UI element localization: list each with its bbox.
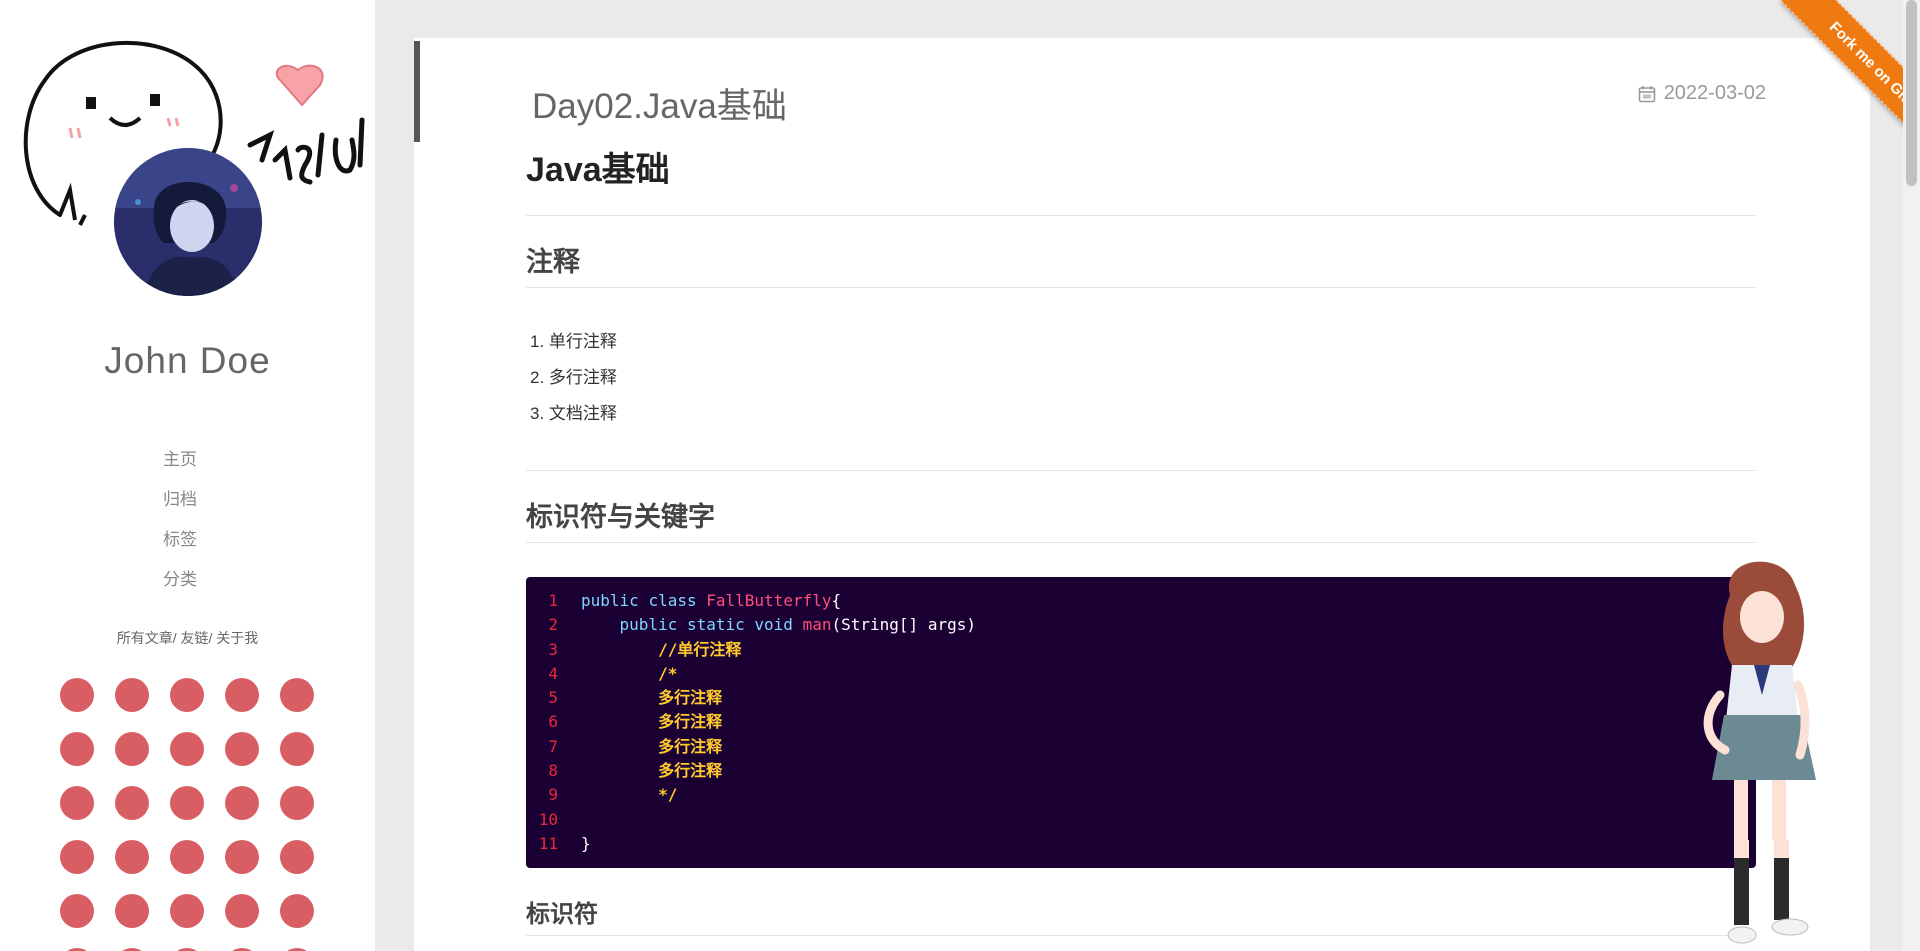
dot-decoration xyxy=(170,840,204,874)
line-number: 11 xyxy=(538,833,558,853)
dot-decoration xyxy=(225,840,259,874)
sidebar-link-row: 所有文章/ 友链/ 关于我 xyxy=(0,628,375,648)
heading-identifiers-keywords: 标识符与关键字 xyxy=(526,471,1756,543)
dot-decoration xyxy=(280,786,314,820)
dot-decoration xyxy=(280,678,314,712)
sidebar-nav: 主页 归档 标签 分类 xyxy=(0,445,360,605)
mascot-character-image xyxy=(1703,561,1816,944)
dot-decoration xyxy=(225,678,259,712)
heading-java-basics: Java基础 xyxy=(526,138,1756,216)
list-item: 1. 单行注释 xyxy=(530,332,617,351)
code-comment: 多行注释 xyxy=(581,736,723,756)
code-comment: 多行注释 xyxy=(581,761,723,781)
code-line: 2 public static void man(String[] args) xyxy=(526,613,1756,637)
link-friends[interactable]: 友链/ xyxy=(181,630,213,646)
avatar-portrait-icon xyxy=(114,148,262,296)
code-token: static xyxy=(686,615,745,635)
line-number: 3 xyxy=(548,639,558,659)
dot-decoration xyxy=(115,732,149,766)
dot-decoration xyxy=(60,732,94,766)
line-number: 2 xyxy=(548,615,558,635)
list-item: 3. 文档注释 xyxy=(530,404,617,423)
code-line: 1 public class FallButterfly{ xyxy=(526,589,1756,613)
code-line: 6 多行注释 xyxy=(526,710,1756,734)
scrollbar-thumb[interactable] xyxy=(1906,0,1917,186)
code-comment: 多行注释 xyxy=(581,688,723,708)
list-item: 2. 多行注释 xyxy=(530,368,617,387)
nav-item-categories[interactable]: 分类 xyxy=(0,565,360,605)
code-line: 4 /* xyxy=(526,662,1756,686)
code-line: 7 多行注释 xyxy=(526,735,1756,759)
line-number: 1 xyxy=(548,591,558,610)
code-token: FallButterfly xyxy=(706,591,832,610)
dot-decoration xyxy=(115,678,149,712)
code-token: public xyxy=(619,615,678,635)
fork-me-ribbon-label[interactable]: Fork me on GitHub xyxy=(1781,0,1920,171)
code-line: 9 */ xyxy=(526,783,1756,807)
author-name: John Doe xyxy=(104,340,271,381)
dot-decoration xyxy=(225,894,259,928)
dot-decoration xyxy=(280,840,314,874)
dot-decoration xyxy=(280,732,314,766)
article-content: Java基础 注释 1. 单行注释 2. 多行注释 3. 文档注释 标识符与关键… xyxy=(526,138,1756,937)
code-token: class xyxy=(648,591,697,610)
dot-decoration xyxy=(115,840,149,874)
dot-decoration xyxy=(280,894,314,928)
code-token: man xyxy=(802,615,832,635)
line-number: 10 xyxy=(538,809,558,829)
avatar[interactable] xyxy=(114,148,262,296)
calendar-icon xyxy=(1638,85,1655,102)
code-comment: //单行注释 xyxy=(581,639,742,659)
comment-types-list: 1. 单行注释 2. 多行注释 3. 文档注释 xyxy=(526,288,1756,471)
dot-decoration xyxy=(170,894,204,928)
code-comment: /* xyxy=(581,663,678,683)
link-about-me[interactable]: 关于我 xyxy=(216,630,258,646)
line-number: 7 xyxy=(548,736,558,756)
dot-decoration xyxy=(170,786,204,820)
link-all-posts[interactable]: 所有文章/ xyxy=(117,630,177,646)
fork-me-ribbon[interactable]: Fork me on GitHub xyxy=(1730,0,1920,190)
line-number: 9 xyxy=(548,785,558,805)
code-comment: */ xyxy=(581,785,678,805)
nav-item-home[interactable]: 主页 xyxy=(0,445,360,485)
sidebar: John Doe 主页 归档 标签 分类 所有文章/ 友链/ 关于我 xyxy=(0,0,375,951)
code-comment: 多行注释 xyxy=(581,712,723,732)
heading-comments: 注释 xyxy=(526,216,1756,288)
dot-decoration xyxy=(225,786,259,820)
line-number: 4 xyxy=(548,663,558,683)
nav-item-archive[interactable]: 归档 xyxy=(0,485,360,525)
heading-identifiers: 标识符 xyxy=(526,880,1756,937)
dot-decoration xyxy=(115,786,149,820)
code-line: 5 多行注释 xyxy=(526,686,1756,710)
line-number: 6 xyxy=(548,712,558,732)
code-line: 8 多行注释 xyxy=(526,759,1756,783)
dot-decoration xyxy=(60,678,94,712)
dot-decoration xyxy=(170,732,204,766)
code-token: void xyxy=(754,615,793,635)
dot-decoration xyxy=(115,894,149,928)
dot-decoration xyxy=(170,678,204,712)
code-block[interactable]: 1 public class FallButterfly{ 2 public s… xyxy=(526,577,1756,869)
line-number: 8 xyxy=(548,761,558,781)
article-card: Day02.Java基础 2022-03-02 Java基础 注释 1. 单行注… xyxy=(414,38,1870,951)
nav-item-tags[interactable]: 标签 xyxy=(0,525,360,565)
code-token: public xyxy=(581,591,639,610)
code-line: 11 } xyxy=(526,832,1756,856)
page-scrollbar[interactable] xyxy=(1903,0,1920,951)
dot-decoration xyxy=(60,840,94,874)
dot-decoration xyxy=(60,786,94,820)
line-number: 5 xyxy=(548,688,558,708)
dot-decoration xyxy=(60,894,94,928)
code-line: 10 xyxy=(526,808,1756,832)
title-accent-bar xyxy=(414,41,420,142)
code-line: 3 //单行注释 xyxy=(526,638,1756,662)
code-text: } xyxy=(581,833,591,853)
dot-decoration xyxy=(225,732,259,766)
post-title[interactable]: Day02.Java基础 xyxy=(532,78,787,129)
